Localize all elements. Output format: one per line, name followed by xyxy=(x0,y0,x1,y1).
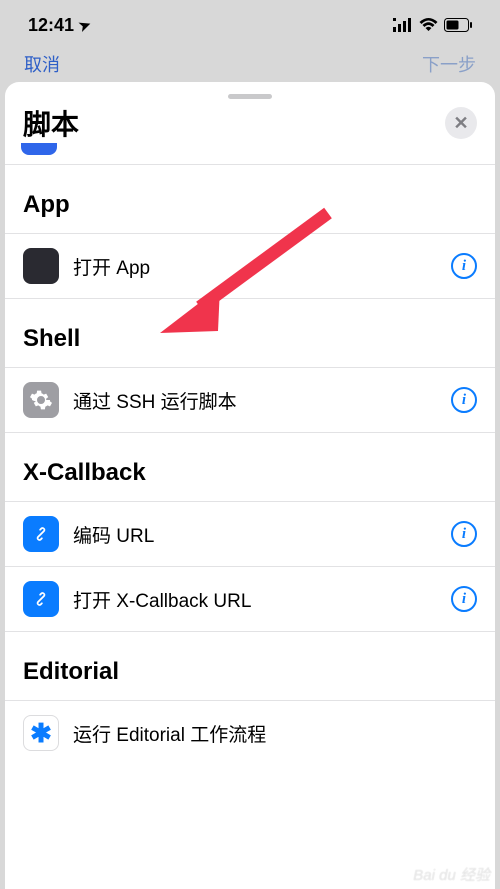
partial-previous-row xyxy=(5,149,495,165)
info-button[interactable]: i xyxy=(451,586,477,612)
action-label: 打开 App xyxy=(73,253,437,280)
battery-icon xyxy=(444,18,472,32)
gear-icon xyxy=(23,382,59,418)
partial-icon xyxy=(21,143,57,155)
action-sheet: 脚本 ✕ App 打开 App i Shell 通过 SSH 运行脚本 i X-… xyxy=(5,82,495,889)
status-time: 12:41 xyxy=(28,15,74,36)
info-button[interactable]: i xyxy=(451,387,477,413)
action-label: 打开 X-Callback URL xyxy=(73,586,437,613)
info-button[interactable]: i xyxy=(451,253,477,279)
info-icon: i xyxy=(462,392,466,409)
section-header-app: App xyxy=(5,165,495,234)
status-icons xyxy=(393,18,472,32)
section-header-shell: Shell xyxy=(5,299,495,368)
location-icon: ➤ xyxy=(76,15,93,35)
wifi-icon xyxy=(419,18,438,32)
action-open-app[interactable]: 打开 App i xyxy=(5,234,495,299)
watermark: Bai du 经验 xyxy=(413,864,490,885)
section-header-xcallback: X-Callback xyxy=(5,433,495,502)
sheet-title: 脚本 xyxy=(23,103,79,143)
section-header-editorial: Editorial xyxy=(5,632,495,701)
info-icon: i xyxy=(462,591,466,608)
next-button[interactable]: 下一步 xyxy=(422,51,476,77)
action-encode-url[interactable]: 编码 URL i xyxy=(5,502,495,567)
background-nav: 取消 下一步 xyxy=(0,50,500,78)
cellular-icon xyxy=(393,18,413,32)
action-label: 编码 URL xyxy=(73,521,437,548)
action-label: 通过 SSH 运行脚本 xyxy=(73,387,437,414)
action-ssh-script[interactable]: 通过 SSH 运行脚本 i xyxy=(5,368,495,433)
cancel-button[interactable]: 取消 xyxy=(24,51,60,77)
info-icon: i xyxy=(462,258,466,275)
link-icon xyxy=(23,581,59,617)
action-open-xcallback[interactable]: 打开 X-Callback URL i xyxy=(5,567,495,632)
close-icon: ✕ xyxy=(453,113,468,134)
close-button[interactable]: ✕ xyxy=(445,107,477,139)
link-icon xyxy=(23,516,59,552)
asterisk-icon: ✱ xyxy=(23,715,59,751)
action-label: 运行 Editorial 工作流程 xyxy=(73,720,477,747)
info-button[interactable]: i xyxy=(451,521,477,547)
info-icon: i xyxy=(462,526,466,543)
action-editorial-workflow[interactable]: ✱ 运行 Editorial 工作流程 xyxy=(5,701,495,765)
app-grid-icon xyxy=(23,248,59,284)
status-bar: 12:41 ➤ xyxy=(0,0,500,50)
